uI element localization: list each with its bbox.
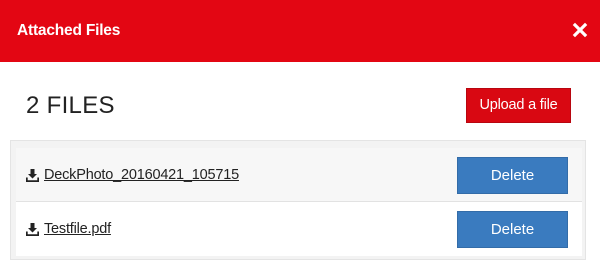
upload-file-button[interactable]: Upload a file: [466, 88, 571, 123]
dialog-title: Attached Files: [17, 22, 121, 39]
download-icon: [25, 168, 40, 183]
close-icon: [572, 22, 588, 38]
file-name: Testfile.pdf: [44, 221, 111, 237]
dialog-header: Attached Files: [0, 0, 600, 62]
attached-files-dialog: Attached Files 2 FILES Upload a file Dec…: [0, 0, 600, 275]
file-name: DeckPhoto_20160421_105715: [44, 167, 239, 183]
download-icon: [25, 222, 40, 237]
file-count-heading: 2 FILES: [26, 92, 115, 119]
close-button[interactable]: [572, 22, 588, 38]
file-row: Testfile.pdf Delete: [16, 202, 582, 256]
file-list: DeckPhoto_20160421_105715 Delete Testfil…: [10, 140, 586, 260]
delete-button[interactable]: Delete: [457, 157, 568, 194]
file-download-link[interactable]: Testfile.pdf: [25, 220, 111, 238]
delete-button[interactable]: Delete: [457, 211, 568, 248]
file-download-link[interactable]: DeckPhoto_20160421_105715: [25, 166, 239, 184]
file-row: DeckPhoto_20160421_105715 Delete: [16, 148, 582, 202]
